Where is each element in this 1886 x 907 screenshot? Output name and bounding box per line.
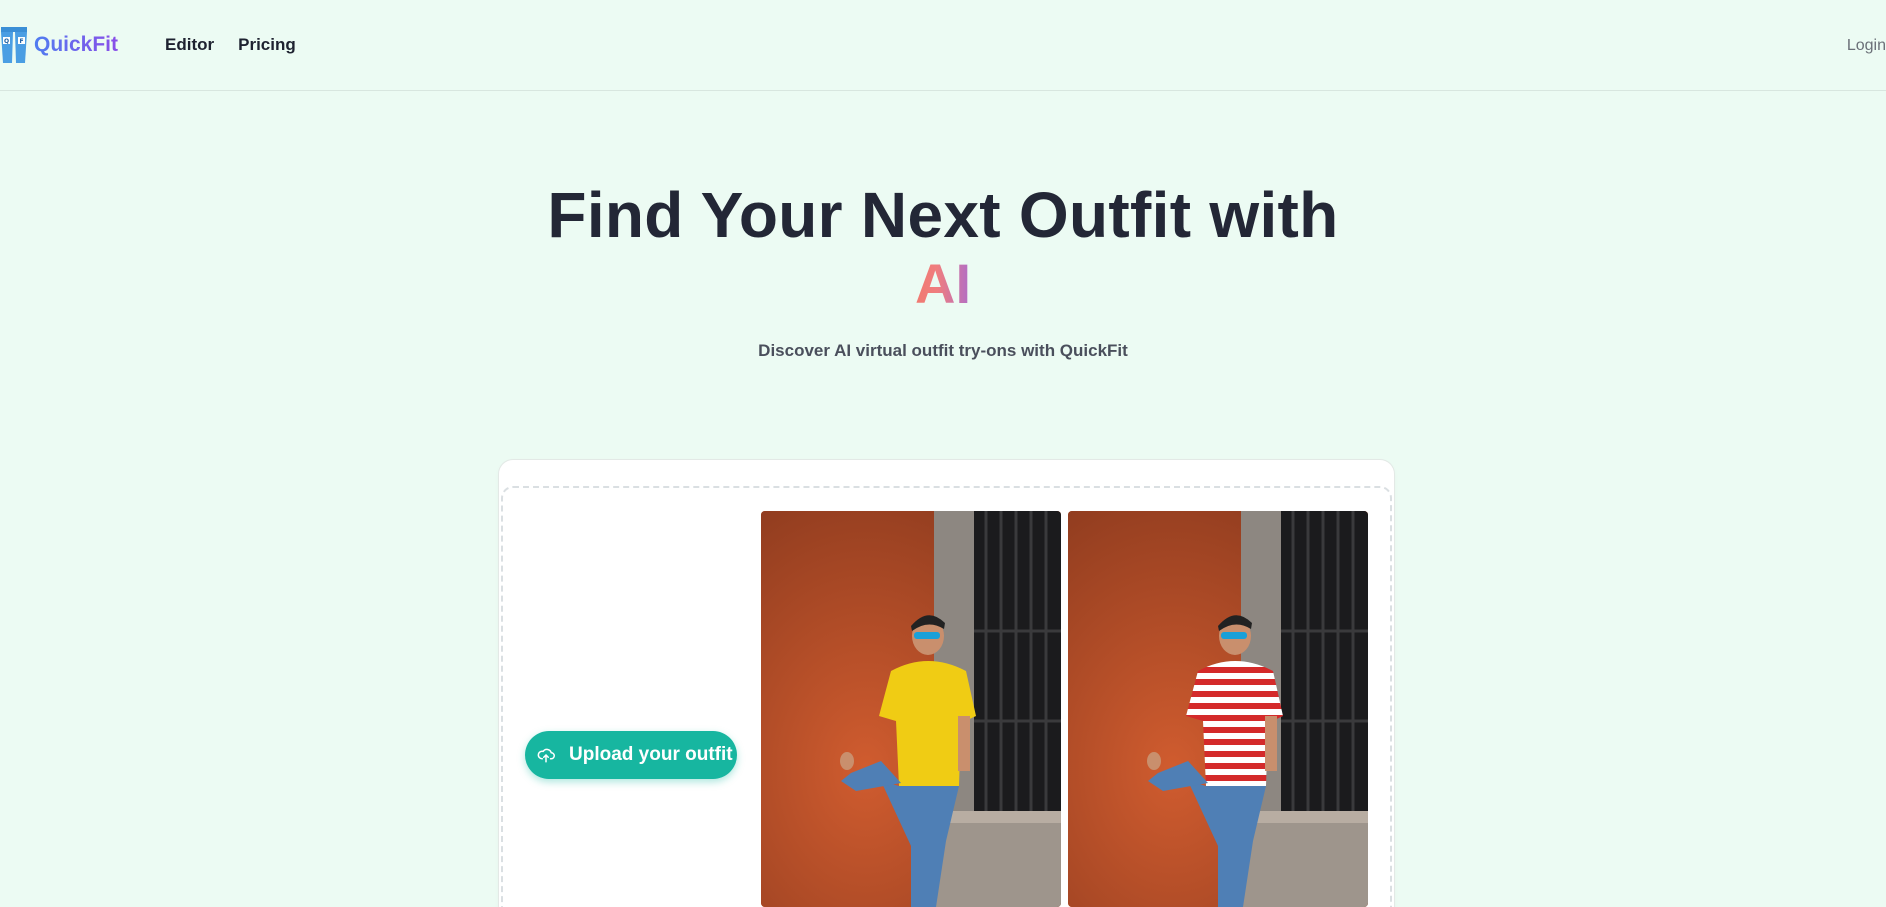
hero-title-highlight: AI (0, 251, 1886, 317)
hero-title: Find Your Next Outfit with (547, 179, 1339, 251)
upload-outfit-button[interactable]: Upload your outfit (525, 731, 737, 779)
original-photo (761, 511, 1061, 907)
brand-logo[interactable]: Q F QuickFit (0, 0, 118, 91)
nav-pricing-link[interactable]: Pricing (238, 35, 296, 55)
ai-highlight-text: AI (915, 252, 971, 315)
tryon-photo (1068, 511, 1368, 907)
login-link[interactable]: Login (1847, 37, 1886, 55)
hero-subtitle: Discover AI virtual outfit try-ons with … (758, 341, 1128, 360)
upload-outfit-label: Upload your outfit (569, 744, 733, 765)
svg-text:Q: Q (4, 38, 9, 45)
top-navbar: Q F QuickFit Editor Pricing Login (0, 0, 1886, 91)
svg-text:F: F (19, 38, 23, 45)
brand-name: QuickFit (34, 33, 119, 56)
jeans-logo-icon: Q F (1, 27, 27, 63)
nav-editor-link[interactable]: Editor (165, 35, 214, 55)
cloud-upload-icon (537, 748, 555, 763)
main-nav: Editor Pricing (165, 35, 296, 55)
